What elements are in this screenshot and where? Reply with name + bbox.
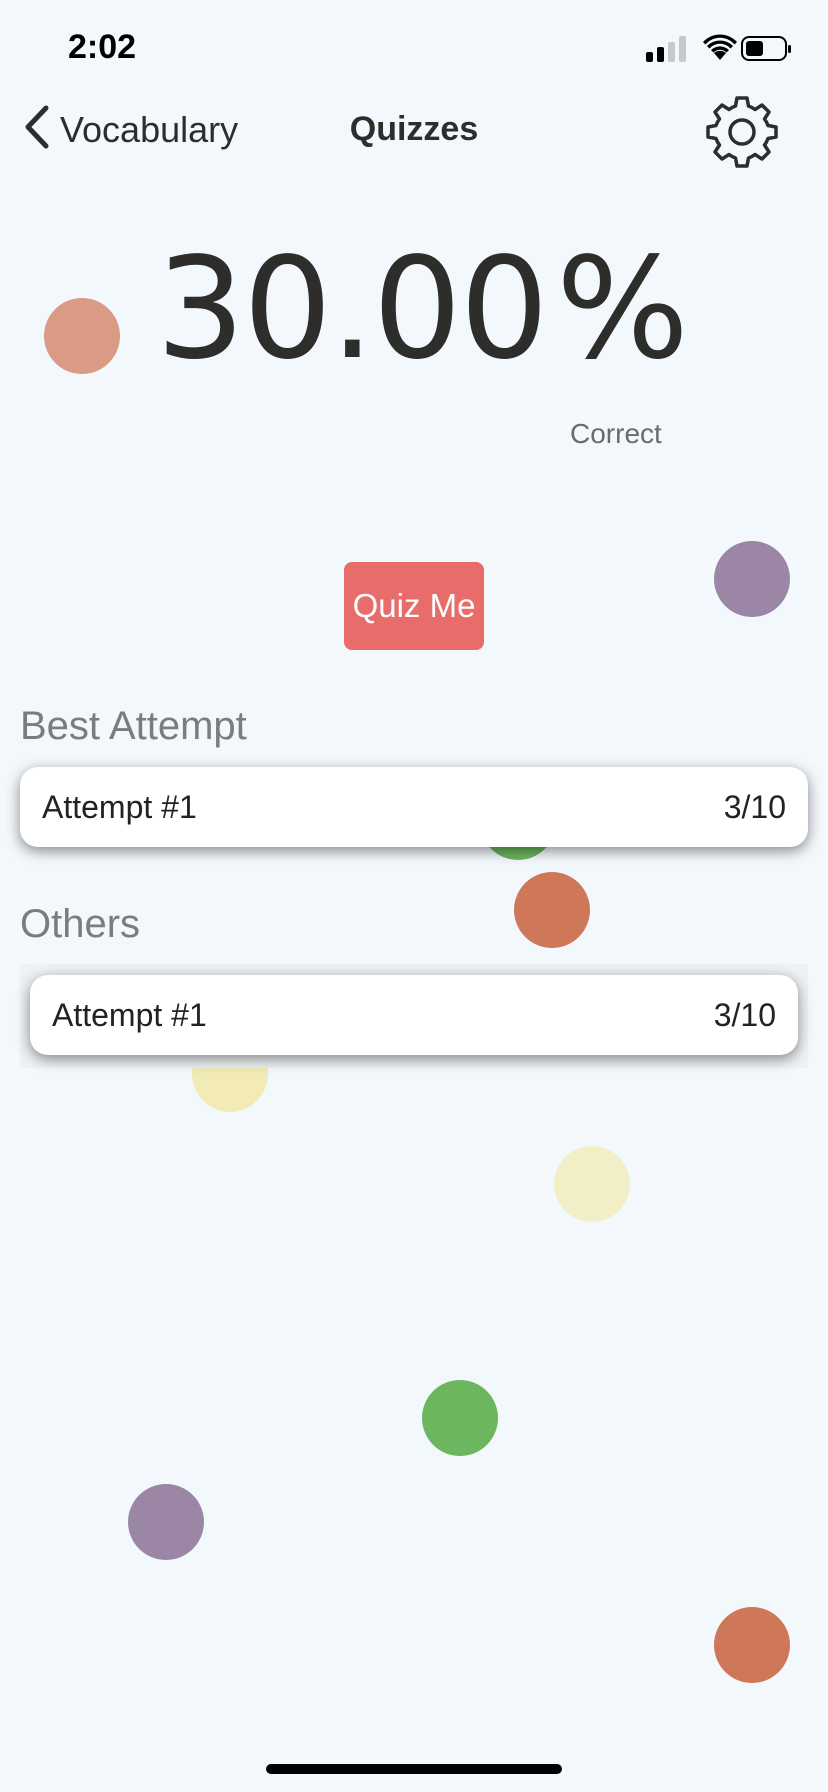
decorative-dot xyxy=(714,541,790,617)
decorative-dot xyxy=(44,298,120,374)
page-title: Quizzes xyxy=(349,110,479,148)
score-percentage: 30.00 xyxy=(156,228,549,391)
decorative-dot xyxy=(514,872,590,948)
decorative-dot xyxy=(128,1484,204,1560)
percent-sign: % xyxy=(556,228,690,391)
wifi-icon xyxy=(703,34,737,60)
score-caption: Correct xyxy=(570,418,662,449)
gear-icon xyxy=(706,96,778,172)
others-attempt-row[interactable]: Attempt #1 3/10 xyxy=(30,975,798,1055)
quiz-me-button[interactable]: Quiz Me xyxy=(344,562,484,650)
others-header: Others xyxy=(20,902,141,946)
attempt-score: 3/10 xyxy=(723,788,786,825)
status-time: 2:02 xyxy=(68,28,137,66)
settings-button[interactable] xyxy=(706,96,778,168)
status-icons xyxy=(624,34,794,64)
attempt-score: 3/10 xyxy=(713,996,776,1033)
cellular-signal-icon xyxy=(646,36,686,62)
best-attempt-row[interactable]: Attempt #1 3/10 xyxy=(20,767,808,847)
decorative-dot xyxy=(554,1146,630,1222)
decorative-dot xyxy=(714,1607,790,1683)
best-attempt-header: Best Attempt xyxy=(20,704,247,748)
attempt-label: Attempt #1 xyxy=(42,788,197,825)
decorative-dot xyxy=(422,1380,498,1456)
home-indicator[interactable] xyxy=(266,1764,562,1774)
attempt-label: Attempt #1 xyxy=(52,996,207,1033)
battery-icon xyxy=(741,36,791,61)
